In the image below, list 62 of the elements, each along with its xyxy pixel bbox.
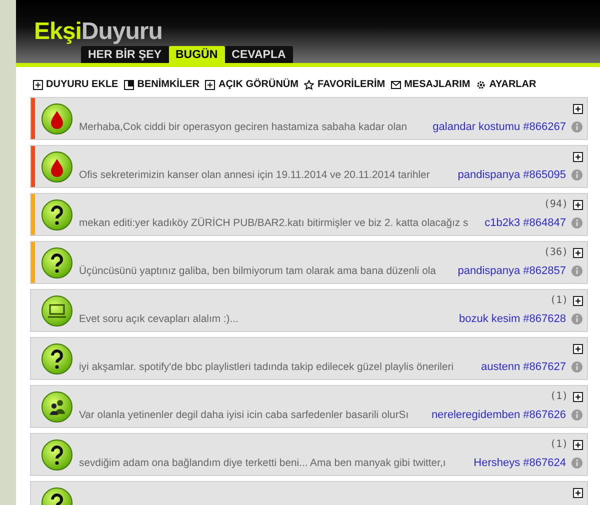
- post-row[interactable]: iyi akşamlar. spotify'de bbc playlistleri tadında takip edilecek güzel playlis önerileri austenn #867627: [30, 337, 588, 380]
- post-text[interactable]: Evet soru açık cevapları alalım :)...: [79, 314, 238, 324]
- laptop-icon: [41, 294, 73, 326]
- author-link[interactable]: galandar kostumu #866267: [432, 121, 566, 133]
- question-icon: [41, 198, 73, 230]
- site-logo[interactable]: EkşiDuyuru: [16, 0, 600, 46]
- expand-icon[interactable]: [573, 200, 583, 210]
- reply-count: (1): [550, 391, 568, 402]
- post-text[interactable]: Merhaba,Cok ciddi bir operasyon geciren hastamiza sabaha kadar olan: [79, 122, 408, 132]
- blood-drop-icon: [41, 150, 73, 182]
- post-row[interactable]: (94) mekan editi:yer kadıköy ZÜRİCH PUB/BAR2.katı bitirmişler ve biz 2. katta olacağız s c1b2k3 #864847: [30, 193, 588, 236]
- post-row[interactable]: Merhaba,Cok ciddi bir operasyon geciren hastamiza sabaha kadar olan galandar kostumu #866267: [30, 97, 588, 140]
- post-row[interactable]: Ofis sekreterimizin kanser olan annesi için 19.11.2014 ve 20.11.2014 tarihler pandispanya #865095: [30, 145, 588, 188]
- expand-icon[interactable]: [573, 248, 583, 258]
- post-row[interactable]: (1) Var olanla yetinenler degil daha iyisi icin caba sarfedenler basarili olurSı nereleregidemben #867626: [30, 385, 588, 428]
- expand-icon: [205, 80, 216, 90]
- reply-count: (1): [550, 439, 568, 450]
- author-link[interactable]: nereleregidemben #867626: [431, 409, 566, 421]
- post-text[interactable]: Ofis sekreterimizin kanser olan annesi için 19.11.2014 ve 20.11.2014 tarihler: [79, 170, 430, 180]
- nav-tab[interactable]: HER BİR ŞEY: [81, 46, 168, 63]
- add-icon: [33, 80, 43, 90]
- expand-icon[interactable]: [573, 344, 583, 354]
- author-link[interactable]: pandispanya #862857: [458, 265, 566, 277]
- post-row[interactable]: (36) Üçüncüsünü yaptınız galiba, ben bilmiyorum tam olarak ama bana düzenli ola pandispanya #862857: [30, 241, 588, 284]
- expand-icon[interactable]: [573, 488, 583, 498]
- blood-drop-icon: [41, 102, 73, 134]
- question-icon: [41, 438, 73, 470]
- author-link[interactable]: c1b2k3 #864847: [484, 217, 566, 229]
- reply-count: (1): [550, 295, 568, 306]
- post-text[interactable]: iyi akşamlar. spotify'de bbc playlistleri tadında takip edilecek güzel playlis önerileri: [79, 362, 454, 372]
- people-icon: [41, 390, 73, 422]
- reply-count: (36): [544, 247, 568, 258]
- toolbar-link[interactable]: AÇIK GÖRÜNÜM: [205, 79, 298, 90]
- author-link[interactable]: Hersheys #867624: [474, 457, 566, 469]
- expand-icon[interactable]: [573, 440, 583, 450]
- question-icon: [41, 342, 73, 374]
- post-row[interactable]: (1) Evet soru açık cevapları alalım :)... bozuk kesim #867628: [30, 289, 588, 332]
- expand-icon[interactable]: [573, 152, 583, 162]
- expand-icon[interactable]: [573, 104, 583, 114]
- author-link[interactable]: austenn #867627: [480, 361, 566, 373]
- expand-icon[interactable]: [573, 296, 583, 306]
- mail-icon: [391, 80, 402, 90]
- question-icon: [41, 246, 73, 278]
- toolbar-link[interactable]: MESAJLARIM: [391, 79, 470, 90]
- expand-icon[interactable]: [573, 392, 583, 402]
- star-icon: [304, 80, 314, 90]
- reply-count: (94): [544, 199, 568, 210]
- post-text[interactable]: Var olanla yetinenler degil daha iyisi icin caba sarfedenler basarili olurSı: [79, 410, 409, 420]
- toolbar-link[interactable]: BENİMKİLER: [124, 79, 200, 90]
- post-text[interactable]: sevdiğim adam ona bağlandım diye terketti beni... Ama ben manyak gibi twitter,ı: [79, 458, 446, 468]
- post-row[interactable]: (1) sevdiğim adam ona bağlandım diye terketti beni... Ama ben manyak gibi twitter,ı Hersheys #867624: [30, 433, 588, 476]
- author-link[interactable]: pandispanya #865095: [458, 169, 566, 181]
- author-link[interactable]: bozuk kesim #867628: [458, 313, 566, 325]
- post-text[interactable]: Üçüncüsünü yaptınız galiba, ben bilmiyorum tam olarak ama bana düzenli ola: [79, 266, 436, 276]
- page-icon: [124, 80, 134, 90]
- settings-icon: [476, 80, 486, 90]
- nav-tab[interactable]: BUGÜN: [168, 46, 225, 63]
- toolbar-link[interactable]: FAVORİLERİM: [304, 79, 386, 90]
- toolbar-link[interactable]: AYARLAR: [476, 79, 536, 90]
- toolbar-link[interactable]: DUYURU EKLE: [33, 79, 118, 90]
- nav-tab[interactable]: CEVAPLA: [224, 46, 293, 63]
- post-text[interactable]: mekan editi:yer kadıköy ZÜRİCH PUB/BAR2.katı bitirmişler ve biz 2. katta olacağız s: [79, 218, 468, 228]
